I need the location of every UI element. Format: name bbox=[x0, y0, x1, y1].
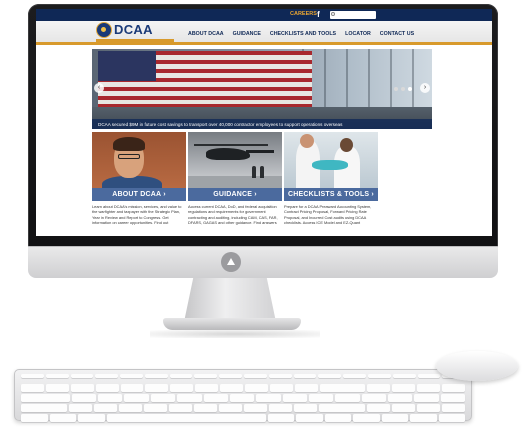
card-guidance[interactable]: GUIDANCE › Access current DCAA, DoD, and… bbox=[188, 132, 282, 236]
card-title[interactable]: CHECKLISTS & TOOLS › bbox=[284, 188, 378, 201]
search-input[interactable] bbox=[330, 11, 376, 19]
apple-logo-icon bbox=[221, 252, 241, 272]
flag-canton bbox=[98, 51, 156, 81]
card-title[interactable]: GUIDANCE › bbox=[188, 188, 282, 201]
carousel-dots bbox=[394, 87, 412, 91]
hero-carousel[interactable]: ‹ › DCAA secured $9M in future cost savi… bbox=[92, 49, 432, 129]
card-about-dcaa[interactable]: ABOUT DCAA › Learn about DCAA's mission,… bbox=[92, 132, 186, 236]
nav-guidance[interactable]: GUIDANCE bbox=[233, 31, 261, 37]
site-header: DCAA ABOUT DCAA GUIDANCE CHECKLISTS AND … bbox=[36, 21, 492, 45]
carousel-dot-active[interactable] bbox=[408, 87, 412, 91]
card-title[interactable]: ABOUT DCAA › bbox=[92, 188, 186, 201]
card-description: Access current DCAA, DoD, and federal ac… bbox=[188, 204, 278, 225]
logo-underline bbox=[96, 39, 174, 42]
dcaa-seal-icon[interactable] bbox=[96, 22, 112, 38]
site-logo[interactable]: DCAA bbox=[114, 22, 153, 37]
carousel-next-icon[interactable]: › bbox=[420, 83, 430, 93]
nav-checklists-tools[interactable]: CHECKLISTS AND TOOLS bbox=[270, 31, 336, 37]
search-icon bbox=[331, 12, 335, 16]
card-description: Learn about DCAA's mission, services, an… bbox=[92, 204, 182, 225]
keyboard bbox=[14, 369, 472, 422]
card-checklists-tools[interactable]: CHECKLISTS & TOOLS › Prepare for a DCAA … bbox=[284, 132, 378, 236]
nav-about-dcaa[interactable]: ABOUT DCAA bbox=[188, 31, 224, 37]
card-photo-lab bbox=[284, 132, 378, 188]
carousel-dot[interactable] bbox=[401, 87, 405, 91]
monitor-stand bbox=[184, 278, 276, 322]
card-photo-person bbox=[92, 132, 186, 188]
carousel-dot[interactable] bbox=[394, 87, 398, 91]
careers-link[interactable]: CAREERS bbox=[290, 11, 317, 17]
monitor-stand-base bbox=[163, 318, 301, 330]
hero-caption[interactable]: DCAA secured $9M in future cost savings … bbox=[92, 119, 432, 129]
utility-bar: CAREERS f bbox=[36, 9, 492, 21]
nav-contact-us[interactable]: CONTACT US bbox=[380, 31, 414, 37]
main-nav: ABOUT DCAA GUIDANCE CHECKLISTS AND TOOLS… bbox=[188, 31, 414, 37]
card-description: Prepare for a DCAA Preaward Accounting S… bbox=[284, 204, 372, 225]
monitor-chin bbox=[28, 246, 498, 278]
card-photo-helicopter bbox=[188, 132, 282, 188]
facebook-icon[interactable]: f bbox=[315, 10, 322, 19]
stand-shadow bbox=[150, 330, 320, 338]
carousel-prev-icon[interactable]: ‹ bbox=[94, 83, 104, 93]
magic-mouse bbox=[436, 351, 518, 381]
nav-locator[interactable]: LOCATOR bbox=[345, 31, 371, 37]
browser-screen: CAREERS f DCAA ABOUT DCAA GUIDANCE CHECK… bbox=[36, 9, 492, 236]
